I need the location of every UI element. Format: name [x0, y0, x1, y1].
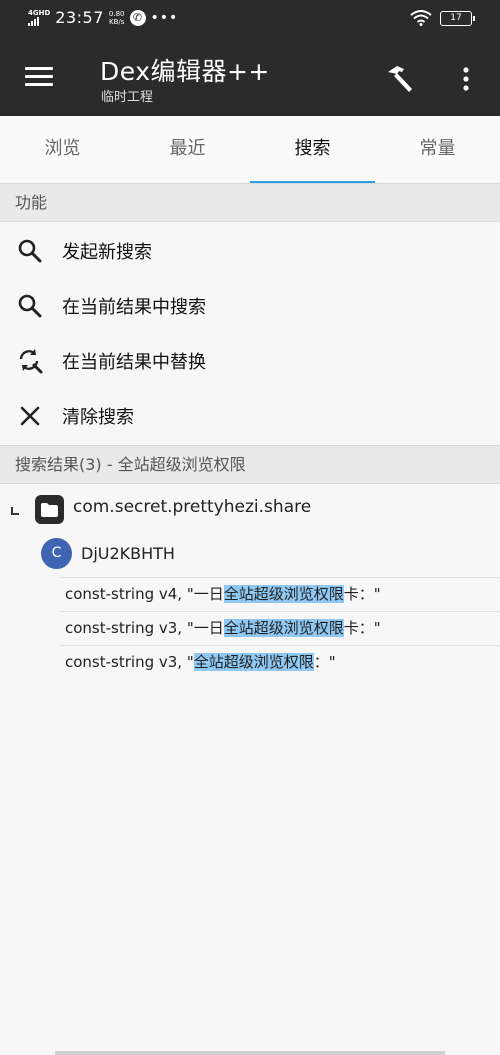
- tab-recent[interactable]: 最近: [125, 116, 250, 183]
- navigation-handle[interactable]: [55, 1051, 445, 1055]
- match-highlight: 全站超级浏览权限: [193, 653, 314, 671]
- status-bar: 4GHD 23:57 0.80 KB/s ✆ ••• 17: [0, 0, 500, 38]
- tab-search[interactable]: 搜索: [250, 116, 375, 184]
- class-node[interactable]: C DjU2KBHTH: [0, 536, 500, 574]
- signal-icon: 4GHD: [28, 8, 51, 26]
- notification-icon: ✆: [129, 9, 146, 26]
- result-row[interactable]: const-string v3, "全站超级浏览权限：": [60, 645, 500, 679]
- search-icon: [15, 236, 45, 266]
- collapse-arrow-icon[interactable]: [11, 507, 19, 515]
- result-row[interactable]: const-string v3, "一日全站超级浏览权限卡：": [60, 611, 500, 645]
- project-subtitle: 临时工程: [101, 90, 154, 105]
- tab-browse[interactable]: 浏览: [0, 116, 125, 183]
- class-icon: C: [41, 538, 72, 569]
- hammer-icon[interactable]: [384, 63, 416, 95]
- clock: 23:57: [55, 8, 104, 27]
- match-highlight: 全站超级浏览权限: [223, 619, 344, 637]
- new-search-label: 发起新搜索: [62, 241, 152, 263]
- clear-search-label: 清除搜索: [62, 406, 134, 428]
- search-in-results-item[interactable]: 在当前结果中搜索: [0, 278, 500, 333]
- more-notifications-icon: •••: [150, 9, 179, 26]
- replace-icon: [15, 346, 45, 376]
- replace-in-results-label: 在当前结果中替换: [62, 351, 206, 373]
- tab-constants[interactable]: 常量: [375, 116, 500, 183]
- more-vert-icon[interactable]: [455, 66, 477, 92]
- results-header: 搜索结果(3) - 全站超级浏览权限: [0, 445, 500, 484]
- folder-icon: [35, 495, 64, 524]
- new-search-item[interactable]: 发起新搜索: [0, 223, 500, 278]
- network-type: 4GHD: [28, 8, 51, 17]
- package-name: com.secret.prettyhezi.share: [73, 497, 312, 517]
- battery-icon: 17: [440, 10, 475, 26]
- network-speed: 0.80 KB/s: [108, 9, 125, 26]
- app-title: Dex编辑器++: [100, 57, 270, 86]
- replace-in-results-item[interactable]: 在当前结果中替换: [0, 333, 500, 388]
- close-icon: [15, 401, 45, 431]
- result-row[interactable]: const-string v4, "一日全站超级浏览权限卡：": [60, 577, 500, 611]
- functions-header: 功能: [0, 183, 500, 222]
- package-node[interactable]: com.secret.prettyhezi.share: [0, 487, 500, 531]
- app-toolbar: Dex编辑器++ 临时工程: [0, 38, 500, 116]
- wifi-icon: [410, 10, 432, 26]
- search-in-results-label: 在当前结果中搜索: [62, 296, 206, 318]
- match-highlight: 全站超级浏览权限: [223, 585, 344, 603]
- tab-bar: 浏览 最近 搜索 常量: [0, 116, 500, 184]
- clear-search-item[interactable]: 清除搜索: [0, 388, 500, 443]
- battery-level: 17: [450, 12, 462, 23]
- menu-icon[interactable]: [25, 67, 53, 87]
- class-name: DjU2KBHTH: [81, 544, 175, 563]
- search-icon: [15, 291, 45, 321]
